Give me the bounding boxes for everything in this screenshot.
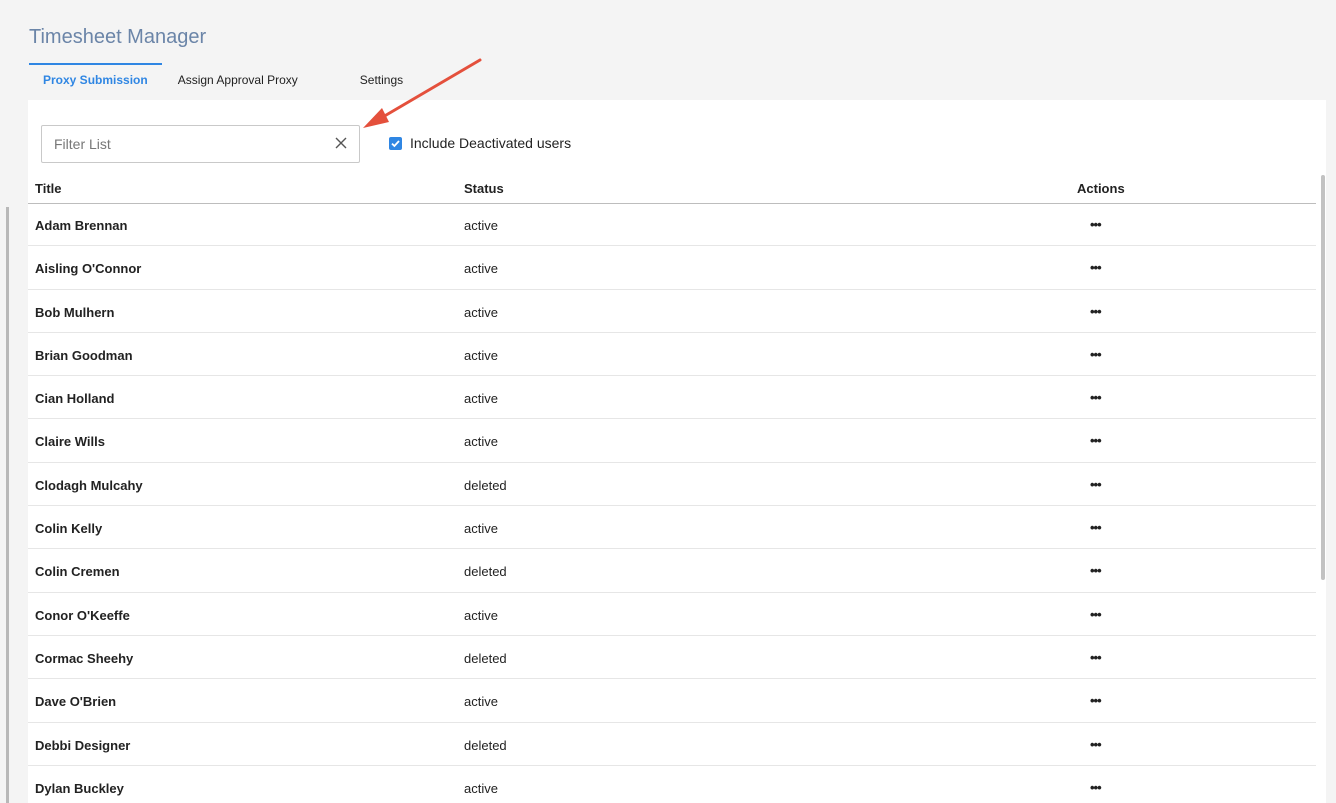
user-name: Cormac Sheehy xyxy=(35,650,134,666)
more-actions-icon[interactable]: ••• xyxy=(1090,563,1102,578)
include-deactivated-checkbox[interactable] xyxy=(389,136,402,150)
checkmark-icon xyxy=(391,139,400,147)
user-status: active xyxy=(464,347,498,363)
user-status: active xyxy=(464,521,498,537)
more-actions-icon[interactable]: ••• xyxy=(1090,477,1102,492)
column-header-status[interactable]: Status xyxy=(464,181,504,196)
filter-box xyxy=(41,125,360,163)
user-name: Brian Goodman xyxy=(35,347,133,363)
more-actions-icon[interactable]: ••• xyxy=(1090,607,1102,622)
tab-proxy-submission[interactable]: Proxy Submission xyxy=(29,63,162,96)
more-actions-icon[interactable]: ••• xyxy=(1090,347,1102,362)
user-status: active xyxy=(464,261,498,277)
tab-settings[interactable]: Settings xyxy=(346,63,417,96)
more-actions-icon[interactable]: ••• xyxy=(1090,390,1102,405)
user-status: active xyxy=(464,607,498,623)
tab-bar: Proxy Submission Assign Approval Proxy S… xyxy=(29,63,417,100)
table-row[interactable]: Dave O'Brien active ••• xyxy=(28,679,1316,723)
user-status: active xyxy=(464,694,498,710)
include-deactivated-label: Include Deactivated users xyxy=(410,135,572,151)
column-header-title[interactable]: Title xyxy=(35,181,62,196)
filter-input[interactable] xyxy=(42,126,327,162)
user-name: Dave O'Brien xyxy=(35,694,117,710)
left-divider xyxy=(6,207,9,803)
table-row[interactable]: Cian Holland active ••• xyxy=(28,376,1316,420)
user-name: Dylan Buckley xyxy=(35,780,124,796)
user-name: Bob Mulhern xyxy=(35,304,115,320)
user-status: deleted xyxy=(464,737,507,753)
user-status: active xyxy=(464,434,498,450)
tab-assign-approval-proxy[interactable]: Assign Approval Proxy xyxy=(164,63,312,96)
more-actions-icon[interactable]: ••• xyxy=(1090,780,1102,795)
main-panel: Include Deactivated users Title Status A… xyxy=(28,100,1326,803)
user-status: active xyxy=(464,780,498,796)
user-status: deleted xyxy=(464,650,507,666)
user-status: deleted xyxy=(464,564,507,580)
user-name: Colin Kelly xyxy=(35,521,103,537)
close-icon[interactable] xyxy=(333,135,349,151)
table-row[interactable]: Cormac Sheehy deleted ••• xyxy=(28,636,1316,680)
table-row[interactable]: Adam Brennan active ••• xyxy=(28,203,1316,247)
more-actions-icon[interactable]: ••• xyxy=(1090,304,1102,319)
user-name: Adam Brennan xyxy=(35,218,128,233)
user-status: active xyxy=(464,391,498,407)
table-row[interactable]: Aisling O'Connor active ••• xyxy=(28,246,1316,290)
table-row[interactable]: Brian Goodman active ••• xyxy=(28,333,1316,377)
more-actions-icon[interactable]: ••• xyxy=(1090,520,1102,535)
user-status: active xyxy=(464,304,498,320)
table-row[interactable]: Conor O'Keeffe active ••• xyxy=(28,593,1316,636)
user-status: active xyxy=(464,218,498,233)
column-header-actions: Actions xyxy=(1077,181,1125,196)
user-name: Debbi Designer xyxy=(35,737,131,753)
user-name: Clodagh Mulcahy xyxy=(35,477,143,493)
vertical-scrollbar[interactable] xyxy=(1321,175,1325,580)
more-actions-icon[interactable]: ••• xyxy=(1090,650,1102,665)
more-actions-icon[interactable]: ••• xyxy=(1090,693,1102,708)
user-name: Aisling O'Connor xyxy=(35,261,142,277)
more-actions-icon[interactable]: ••• xyxy=(1090,433,1102,448)
table-row[interactable]: Debbi Designer deleted ••• xyxy=(28,723,1316,766)
include-deactivated-option[interactable]: Include Deactivated users xyxy=(389,135,571,151)
more-actions-icon[interactable]: ••• xyxy=(1090,737,1102,752)
table-row[interactable]: Clodagh Mulcahy deleted ••• xyxy=(28,463,1316,507)
user-table-body: Adam Brennan active ••• Aisling O'Connor… xyxy=(28,203,1316,803)
user-name: Claire Wills xyxy=(35,434,105,450)
table-row[interactable]: Bob Mulhern active ••• xyxy=(28,290,1316,333)
table-row[interactable]: Dylan Buckley active ••• xyxy=(28,766,1316,803)
more-actions-icon[interactable]: ••• xyxy=(1090,260,1102,275)
user-name: Cian Holland xyxy=(35,391,115,407)
table-row[interactable]: Claire Wills active ••• xyxy=(28,419,1316,463)
user-status: deleted xyxy=(464,477,507,493)
user-name: Colin Cremen xyxy=(35,564,120,580)
table-row[interactable]: Colin Cremen deleted ••• xyxy=(28,549,1316,593)
app-title: Timesheet Manager xyxy=(29,26,207,48)
more-actions-icon[interactable]: ••• xyxy=(1090,217,1102,232)
user-name: Conor O'Keeffe xyxy=(35,607,130,623)
table-header: Title Status Actions xyxy=(28,177,1316,204)
table-row[interactable]: Colin Kelly active ••• xyxy=(28,506,1316,550)
